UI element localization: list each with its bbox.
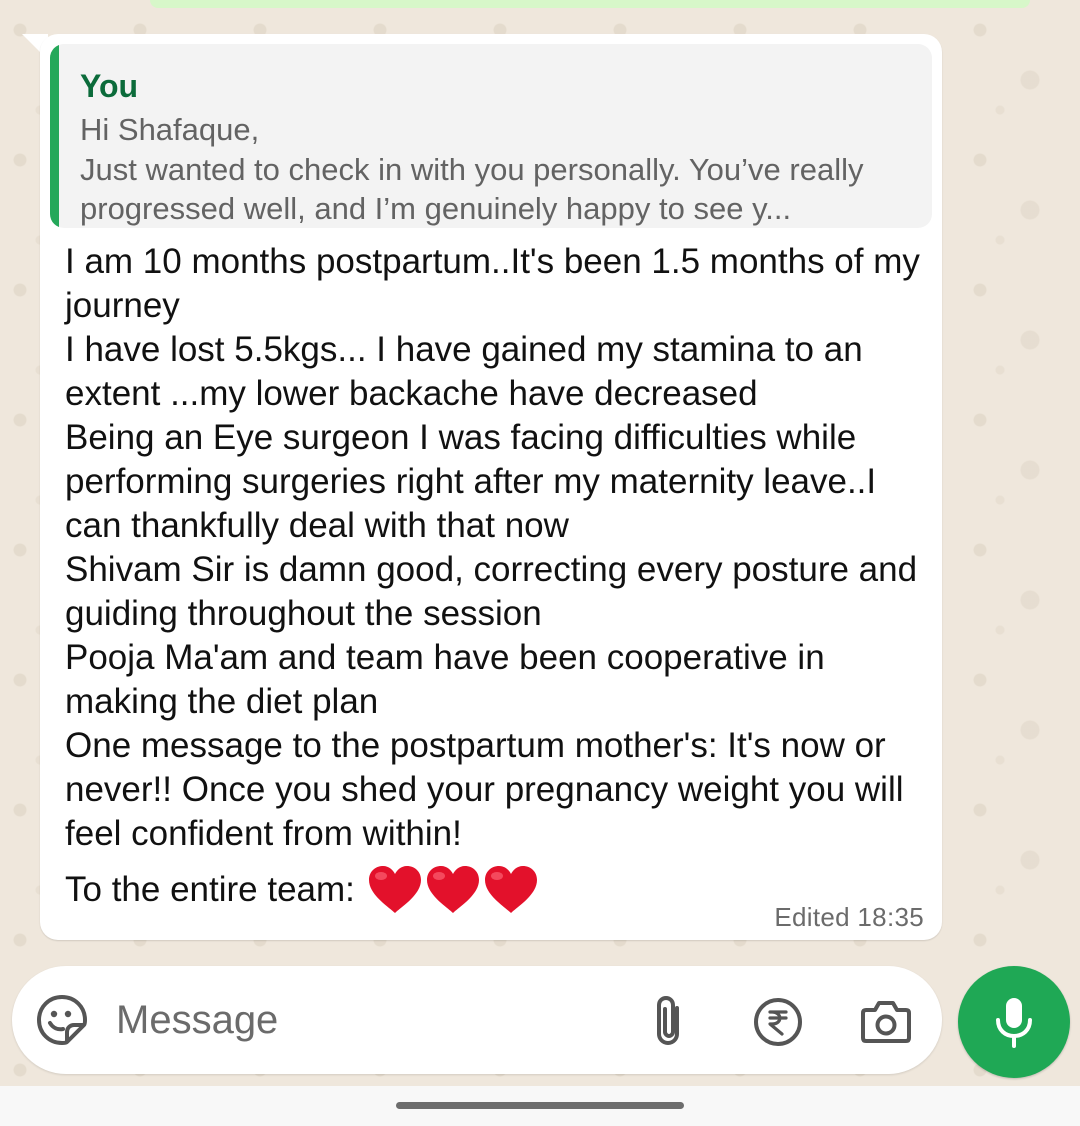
message-time: 18:35 [857, 902, 924, 932]
edited-label: Edited [774, 902, 850, 932]
rupee-icon[interactable] [752, 996, 804, 1048]
quote-text: Hi Shafaque, Just wanted to check in wit… [80, 112, 864, 226]
quote-author: You [80, 68, 139, 104]
mic-button[interactable] [958, 966, 1070, 1078]
message-meta: Edited 18:35 [774, 902, 924, 933]
message-composer [12, 966, 942, 1074]
quote-bar [50, 44, 59, 228]
heart-emoji-icon [368, 866, 421, 913]
system-navigation-bar [0, 1086, 1080, 1126]
quoted-reply[interactable]: You Hi Shafaque, Just wanted to check in… [50, 44, 932, 228]
previous-message-edge [150, 0, 1030, 8]
message-closing-line: To the entire team: [65, 862, 539, 918]
camera-icon[interactable] [860, 996, 912, 1046]
message-bubble[interactable]: You Hi Shafaque, Just wanted to check in… [40, 34, 942, 940]
mic-icon [996, 998, 1032, 1048]
sticker-icon[interactable] [36, 994, 88, 1046]
gesture-handle[interactable] [396, 1102, 684, 1109]
message-text: I am 10 months postpartum..It's been 1.5… [65, 242, 920, 853]
message-input[interactable] [116, 992, 596, 1048]
attach-icon[interactable] [648, 994, 690, 1048]
heart-emoji-icon [426, 866, 479, 913]
closing-text: To the entire team: [65, 870, 355, 909]
heart-emoji-icon [484, 866, 537, 913]
